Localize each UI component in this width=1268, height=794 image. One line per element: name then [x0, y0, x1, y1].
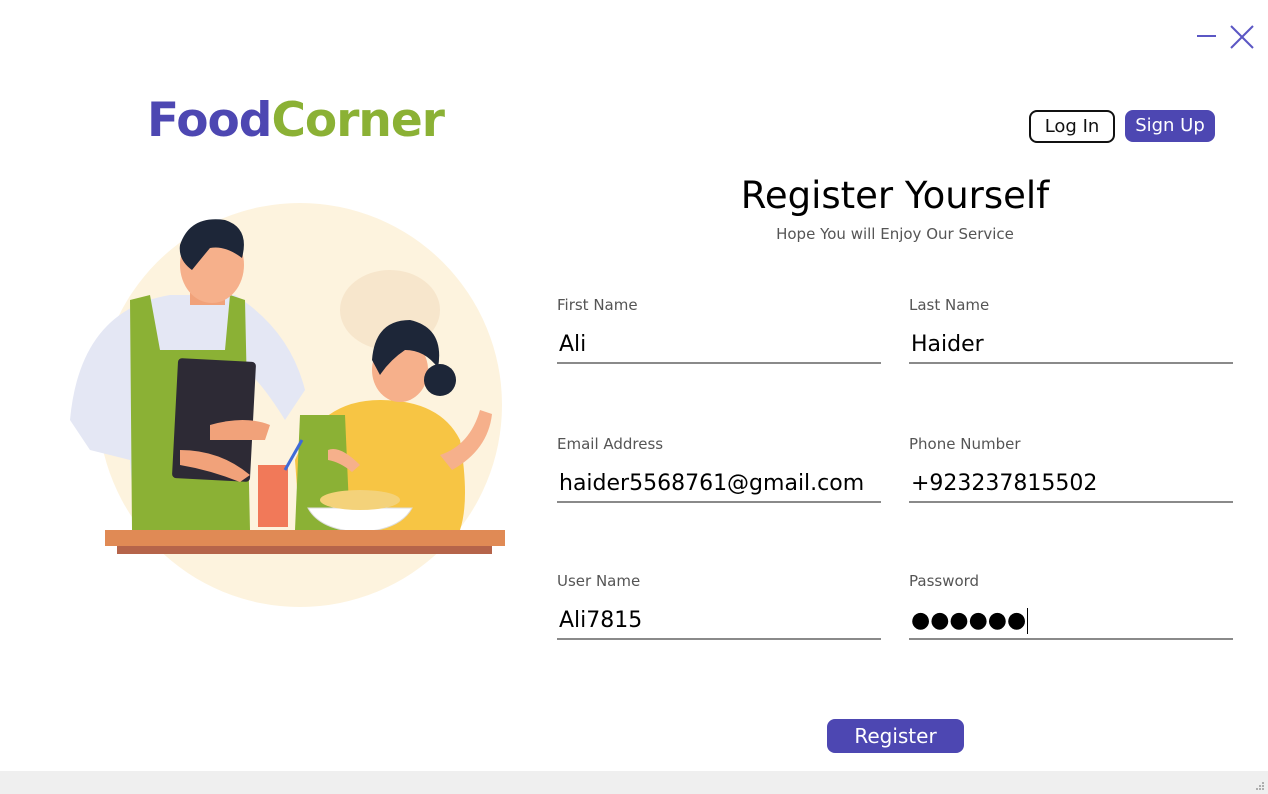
close-icon — [1230, 25, 1254, 49]
status-bar — [0, 771, 1268, 794]
phone-field: Phone Number +923237815502 — [909, 435, 1233, 503]
signup-button[interactable]: Sign Up — [1125, 110, 1215, 142]
first-name-label: First Name — [557, 296, 638, 314]
close-button[interactable] — [1229, 24, 1255, 50]
first-name-input[interactable]: Ali — [557, 330, 881, 364]
resize-grip-icon[interactable] — [1255, 781, 1265, 791]
last-name-field: Last Name Haider — [909, 296, 1233, 364]
register-button[interactable]: Register — [827, 719, 964, 753]
logo-food: Food — [147, 93, 272, 148]
text-caret — [1027, 608, 1029, 634]
username-input[interactable]: Ali7815 — [557, 606, 881, 640]
last-name-label: Last Name — [909, 296, 990, 314]
phone-input[interactable]: +923237815502 — [909, 469, 1233, 503]
username-label: User Name — [557, 572, 641, 590]
login-button[interactable]: Log In — [1029, 110, 1115, 143]
password-field: Password ●●●●●● — [909, 572, 1233, 640]
last-name-input[interactable]: Haider — [909, 330, 1233, 364]
email-field: Email Address haider5568761@gmail.com — [557, 435, 881, 503]
first-name-field: First Name Ali — [557, 296, 881, 364]
minimize-button[interactable] — [1196, 26, 1218, 46]
restaurant-illustration — [70, 203, 505, 607]
password-dots: ●●●●●● — [911, 608, 1027, 633]
form-subtitle: Hope You will Enjoy Our Service — [776, 225, 1014, 243]
email-input[interactable]: haider5568761@gmail.com — [557, 469, 881, 503]
app-logo: FoodCorner — [147, 93, 445, 148]
phone-label: Phone Number — [909, 435, 1021, 453]
email-label: Email Address — [557, 435, 664, 453]
password-input[interactable]: ●●●●●● — [909, 606, 1233, 640]
logo-corner: Corner — [271, 93, 444, 148]
username-field: User Name Ali7815 — [557, 572, 881, 640]
password-label: Password — [909, 572, 980, 590]
form-title: Register Yourself — [740, 174, 1050, 217]
